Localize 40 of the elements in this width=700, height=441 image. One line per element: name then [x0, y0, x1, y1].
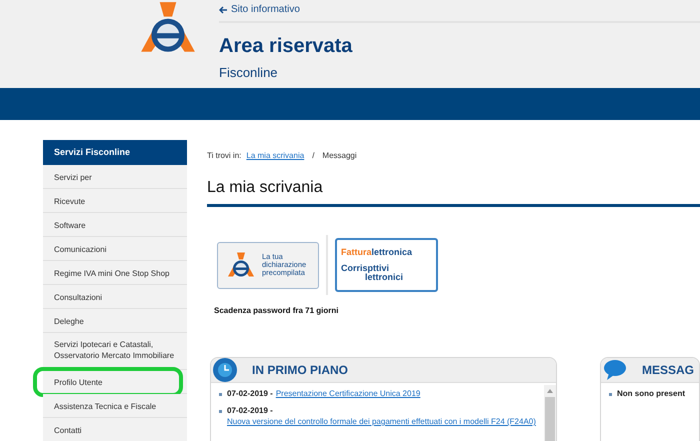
scrollbar[interactable] [544, 385, 556, 441]
breadcrumb-separator: / [312, 150, 314, 162]
back-link[interactable]: Sito informativo [219, 2, 700, 23]
breadcrumb-link[interactable]: La mia scrivania [246, 150, 304, 162]
page-title: La mia scrivania [207, 178, 324, 198]
tile-text: lettronica [372, 248, 412, 257]
fattura-tile[interactable]: Fatturalettronica Corrispttivi lettronici [335, 238, 438, 292]
message-text: Non sono present [617, 388, 686, 399]
sidebar-item[interactable]: Servizi per [43, 165, 187, 189]
news-link[interactable]: Nuova versione del controllo formale dei pagamenti effettuati con i modelli F24 (F24A0) [227, 416, 536, 427]
tile-text: Fattura [341, 248, 372, 257]
news-link[interactable]: Presentazione Certificazione Unica 2019 [276, 388, 420, 399]
sidebar-item[interactable]: Consultazioni [43, 285, 187, 309]
sidebar-item[interactable]: Deleghe [43, 309, 187, 333]
sidebar-title: Servizi Fisconline [43, 140, 187, 165]
sidebar-item[interactable]: Contatti [43, 418, 187, 441]
bullet-icon [219, 393, 222, 396]
news-date: 07-02-2019 - [227, 405, 273, 416]
site-subtitle: Fisconline [219, 64, 279, 82]
breadcrumb-current: Messaggi [322, 150, 357, 162]
sidebar-item[interactable]: Regime IVA mini One Stop Shop [43, 261, 187, 285]
sidebar-item[interactable]: Ricevute [43, 189, 187, 213]
panel-title: MESSAG [642, 362, 694, 379]
tile-text: Corrisp [341, 264, 374, 273]
panel-title: IN PRIMO PIANO [252, 362, 348, 379]
sidebar-item[interactable]: Assistenza Tecnica e Fiscale [43, 394, 187, 418]
password-notice: Scadenza password fra 71 giorni [214, 305, 340, 317]
bullet-icon [609, 393, 612, 396]
sidebar-item[interactable]: Comunicazioni [43, 237, 187, 261]
arrow-left-icon [219, 6, 227, 14]
bullet-icon [219, 410, 222, 413]
news-date: 07-02-2019 - [227, 388, 273, 399]
site-title: Area riservata [219, 34, 354, 59]
sidebar-item[interactable]: Software [43, 213, 187, 237]
speech-bubble-icon [602, 358, 628, 383]
scroll-up-icon[interactable] [547, 389, 553, 393]
tile-text: lettronici [365, 273, 404, 282]
sidebar-item[interactable]: Servizi Ipotecari e Catastali, Osservatorio Mercato Immobiliare [43, 333, 187, 370]
breadcrumb-label: Ti trovi in: [207, 150, 242, 162]
tile-text: ttivi [373, 264, 390, 273]
